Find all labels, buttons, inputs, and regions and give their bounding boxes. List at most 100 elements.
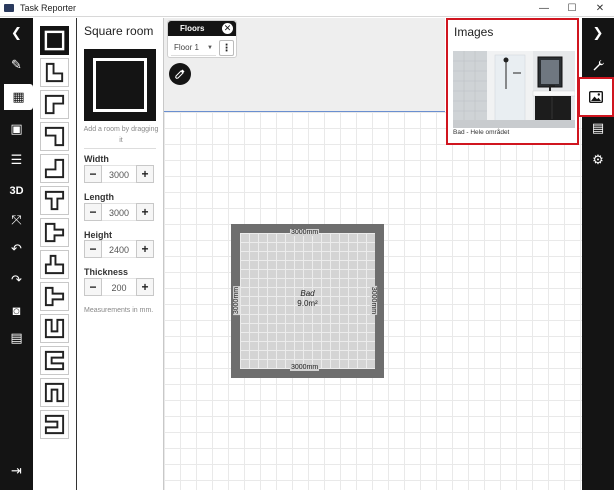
camera-icon: ◙	[12, 302, 21, 318]
dimension-right: 3000mm	[370, 285, 378, 316]
left-toolbar: ❮ ✎ ▦ ▣ ☰ 3D ⤧ ↶ ↷ ◙ ▤ ⇥	[0, 18, 33, 490]
measurement-note: Measurements in mm.	[84, 307, 154, 314]
exit-icon: ⇥	[11, 463, 22, 478]
save-button[interactable]: ▤	[0, 325, 33, 351]
wrench-icon	[593, 59, 604, 70]
notes-icon: ▤	[591, 120, 605, 135]
l-shape-icon	[44, 126, 65, 147]
shape-square[interactable]	[40, 26, 69, 55]
width-increment-button[interactable]: +	[136, 165, 154, 183]
more-vertical-icon: ⋮	[221, 42, 232, 54]
chevron-right-icon: ❯	[592, 25, 604, 40]
width-input[interactable]: 3000	[102, 165, 136, 183]
snapshot-button[interactable]: ◙	[0, 297, 33, 323]
length-decrement-button[interactable]: −	[84, 203, 102, 221]
shape-n[interactable]	[40, 378, 69, 407]
tools-button[interactable]	[582, 52, 614, 78]
length-increment-button[interactable]: +	[136, 203, 154, 221]
thickness-increment-button[interactable]: +	[136, 278, 154, 296]
width-stepper: − 3000 +	[84, 165, 156, 183]
length-input[interactable]: 3000	[102, 203, 136, 221]
divider	[84, 148, 156, 149]
l-shape-icon	[44, 158, 65, 179]
list-button[interactable]: ☰	[0, 147, 33, 173]
shape-l-right[interactable]	[40, 122, 69, 151]
l-shape-icon	[44, 94, 65, 115]
floors-title: Floors	[180, 24, 205, 33]
floor-select[interactable]: Floor 1 ▼	[171, 40, 216, 56]
width-decrement-button[interactable]: −	[84, 165, 102, 183]
l-shape-icon	[45, 62, 64, 83]
exit-button[interactable]: ⇥	[0, 458, 33, 484]
step-shape-icon	[44, 254, 65, 275]
thickness-label: Thickness	[84, 267, 129, 277]
window-controls: — ☐ ✕	[530, 0, 614, 17]
shape-t[interactable]	[40, 186, 69, 215]
t-shape-icon	[44, 190, 65, 211]
undo-button[interactable]: ↶	[0, 236, 33, 262]
width-label: Width	[84, 154, 109, 164]
height-decrement-button[interactable]: −	[84, 240, 102, 258]
shape-step[interactable]	[40, 250, 69, 279]
thickness-input[interactable]: 200	[102, 278, 136, 296]
images-button[interactable]	[578, 77, 614, 117]
window-title: Task Reporter	[20, 3, 77, 13]
fit-view-button[interactable]: ⤧	[0, 207, 33, 233]
image-thumbnail[interactable]: Bad - Hele området	[453, 51, 575, 136]
shape-c-right[interactable]	[40, 410, 69, 439]
room-shapes-column	[33, 18, 77, 490]
room-area-label: 9.0m²	[297, 299, 318, 308]
minimize-button[interactable]: —	[530, 0, 558, 17]
back-button[interactable]: ❮	[0, 20, 33, 46]
draw-button[interactable]: ✎	[0, 52, 33, 78]
grid-icon: ▦	[12, 89, 25, 104]
rooms-button[interactable]: ▦	[4, 84, 33, 110]
redo-button[interactable]: ↷	[0, 267, 33, 293]
shape-l-bottom[interactable]	[40, 154, 69, 183]
room-name-label: Bad	[300, 289, 315, 298]
height-label: Height	[84, 230, 112, 240]
c-shape-icon	[44, 414, 65, 435]
height-input[interactable]: 2400	[102, 240, 136, 258]
height-increment-button[interactable]: +	[136, 240, 154, 258]
floor-select-value: Floor 1	[174, 43, 199, 52]
redo-icon: ↷	[11, 272, 22, 287]
t-shape-icon	[44, 222, 65, 243]
c-shape-icon	[44, 350, 65, 371]
dimension-top: 3000mm	[290, 229, 320, 236]
eyedropper-button[interactable]	[169, 63, 191, 85]
shape-l-top[interactable]	[40, 90, 69, 119]
dimension-bottom: 3000mm	[290, 364, 320, 371]
shape-t-left[interactable]	[40, 282, 69, 311]
square-room-icon	[93, 58, 147, 112]
objects-button[interactable]: ▣	[0, 116, 33, 142]
chevron-left-icon: ❮	[11, 25, 22, 40]
chevron-down-icon: ▼	[207, 44, 213, 51]
drag-hint: Add a room by dragging it	[83, 126, 159, 144]
floors-header: Floors ✕	[168, 21, 236, 36]
window-titlebar: Task Reporter — ☐ ✕	[0, 0, 614, 17]
notes-button[interactable]: ▤	[582, 115, 614, 141]
images-panel: Images Bad - Hele området	[446, 18, 579, 145]
maximize-button[interactable]: ☐	[558, 0, 586, 17]
shape-t-right[interactable]	[40, 218, 69, 247]
shape-c[interactable]	[40, 346, 69, 375]
pencil-icon: ✎	[11, 57, 22, 72]
app-icon	[4, 4, 14, 12]
shape-u[interactable]	[40, 314, 69, 343]
shape-l-left[interactable]	[40, 58, 69, 87]
square-room-icon	[44, 30, 65, 51]
close-icon[interactable]: ✕	[222, 23, 233, 34]
images-panel-title: Images	[454, 25, 494, 39]
settings-button[interactable]: ⚙	[582, 147, 614, 173]
u-shape-icon	[44, 318, 65, 339]
thickness-stepper: − 200 +	[84, 278, 156, 296]
thickness-decrement-button[interactable]: −	[84, 278, 102, 296]
close-button[interactable]: ✕	[586, 0, 614, 17]
room-preview[interactable]	[84, 49, 156, 121]
panel-title: Square room	[84, 24, 154, 38]
gear-icon: ⚙	[592, 152, 604, 167]
view-3d-button[interactable]: 3D	[0, 178, 33, 204]
floor-menu-button[interactable]: ⋮	[219, 40, 234, 56]
collapse-panel-button[interactable]: ❯	[582, 20, 614, 46]
